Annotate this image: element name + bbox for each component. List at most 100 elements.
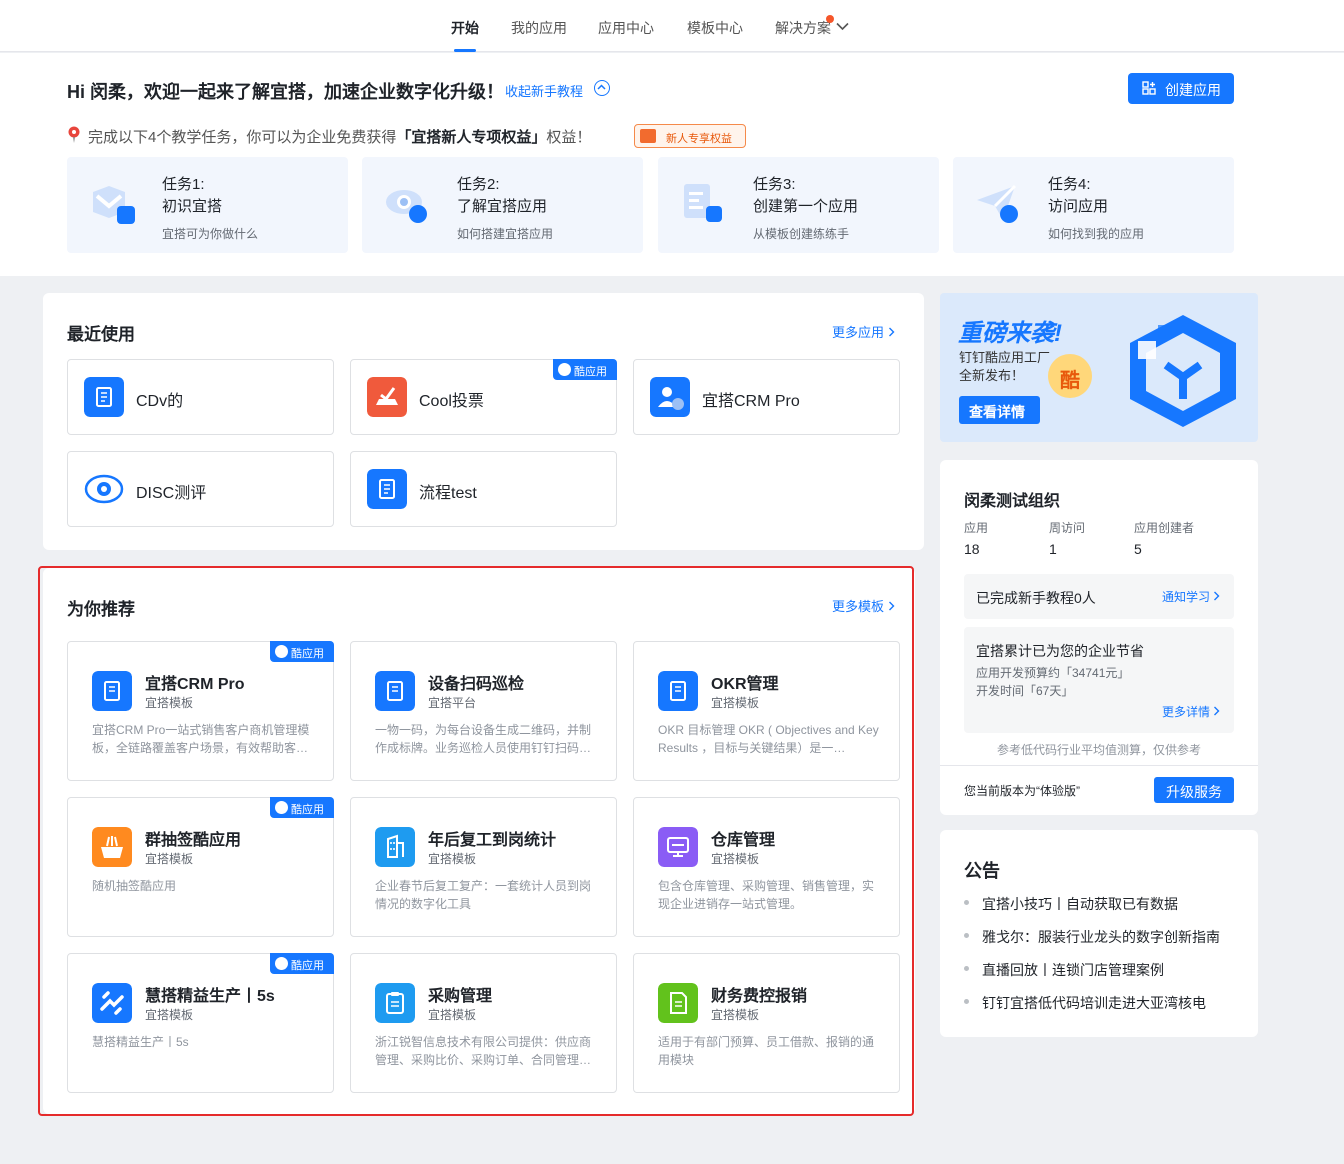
onboarding-section: Hi 闵柔，欢迎一起来了解宜搭，加速企业数字化升级！ 收起新手教程 创建应用 完… <box>0 53 1344 276</box>
eye-app-icon <box>84 474 124 504</box>
app-card-disc[interactable]: DISC测评 <box>67 451 334 527</box>
document-icon <box>684 184 722 222</box>
stat-creators-label: 应用创建者 <box>1134 521 1195 535</box>
upgrade-service-button[interactable]: 升级服务 <box>1154 777 1234 803</box>
apps-icon <box>1142 81 1156 95</box>
stat-weekly-visits-value: 1 <box>1049 541 1057 557</box>
task-intro: 完成以下4个教学任务，你可以为企业免费获得「宜搭新人专项权益」权益！ <box>88 126 591 147</box>
task-number: 任务4: <box>1048 176 1091 193</box>
app-name: Cool投票 <box>419 393 484 410</box>
app-card-cdv[interactable]: CDv的 <box>67 359 334 435</box>
bullet-dot <box>964 933 969 938</box>
more-apps-label: 更多应用 <box>832 325 885 340</box>
app-name: 宜搭CRM Pro <box>702 393 800 410</box>
chevron-down-icon[interactable] <box>836 22 849 31</box>
banner-line-2: 全新发布！ <box>959 368 1025 383</box>
task-card-1[interactable]: 任务1: 初识宜搭 宜搭可为你做什么 <box>67 157 348 253</box>
task-title: 初识宜搭 <box>162 198 223 215</box>
task-number: 任务1: <box>162 176 205 193</box>
chevron-right-icon <box>888 327 895 337</box>
banner-line-1: 钉钉酷应用工厂 <box>959 350 1051 365</box>
task-card-3[interactable]: 任务3: 创建第一个应用 从模板创建练练手 <box>658 157 939 253</box>
promo-banner[interactable]: 重磅来袭! 钉钉酷应用工厂 全新发布！ 查看详情 酷 <box>940 293 1258 442</box>
stat-creators-value: 5 <box>1134 541 1142 557</box>
task-card-2[interactable]: 任务2: 了解宜搭应用 如何搭建宜搭应用 <box>362 157 643 253</box>
chevron-right-icon <box>1214 591 1220 601</box>
task-title: 创建第一个应用 <box>753 198 859 215</box>
tab-solutions[interactable]: 解决方案 <box>775 18 831 52</box>
view-details-button[interactable]: 查看详情 <box>959 396 1040 424</box>
notify-learning-label: 通知学习 <box>1162 590 1211 604</box>
form-app-icon <box>367 469 407 509</box>
stat-apps-value: 18 <box>964 541 980 557</box>
recent-apps-title: 最近使用 <box>67 325 135 344</box>
crm-user-icon <box>650 377 690 417</box>
task-description: 如何搭建宜搭应用 <box>457 227 554 241</box>
recent-apps-panel: 最近使用 更多应用 CDv的 Cool投票 酷应用 宜搭CRM Pro DISC… <box>43 293 924 550</box>
more-apps-link[interactable]: 更多应用 <box>832 322 895 341</box>
stat-apps-label: 应用 <box>964 521 989 535</box>
cool-app-ribbon: 酷应用 <box>553 359 617 380</box>
task-intro-suffix: 权益！ <box>546 129 592 146</box>
app-card-crm-pro[interactable]: 宜搭CRM Pro <box>633 359 900 435</box>
new-user-benefit-badge[interactable]: 新人专享权益 <box>634 124 746 148</box>
app-name: DISC测评 <box>136 485 207 502</box>
eye-icon <box>386 190 427 223</box>
cube-icon <box>93 186 135 224</box>
org-name: 闵柔测试组织 <box>964 493 1061 510</box>
savings-time: 开发时间「67天」 <box>976 684 1074 698</box>
create-app-label: 创建应用 <box>1165 82 1221 98</box>
location-pin-icon <box>68 126 80 143</box>
app-card-cool-vote[interactable]: Cool投票 酷应用 <box>350 359 617 435</box>
task-number: 任务2: <box>457 176 500 193</box>
announcement-panel: 公告 宜搭小技巧丨自动获取已有数据 雅戈尔：服装行业龙头的数字创新指南 直播回放… <box>940 830 1258 1037</box>
announcement-item[interactable]: 雅戈尔：服装行业龙头的数字创新指南 <box>982 927 1220 947</box>
announcement-item[interactable]: 钉钉宜搭低代码培训走进大亚湾核电 <box>982 993 1206 1013</box>
benefit-badge-label: 新人专享权益 <box>666 133 732 145</box>
announcement-item[interactable]: 宜搭小技巧丨自动获取已有数据 <box>982 894 1178 914</box>
ribbon-label: 酷应用 <box>574 366 607 378</box>
task-description: 如何找到我的应用 <box>1048 227 1145 241</box>
collapse-tutorial-link[interactable]: 收起新手教程 <box>505 81 583 100</box>
create-app-button[interactable]: 创建应用 <box>1128 73 1234 104</box>
app-name: 流程test <box>419 485 477 502</box>
tab-app-center[interactable]: 应用中心 <box>598 18 654 52</box>
vote-icon <box>367 377 407 417</box>
app-card-process-test[interactable]: 流程test <box>350 451 617 527</box>
tutorial-completion-box: 已完成新手教程0人 通知学习 <box>964 574 1234 619</box>
paper-plane-icon <box>977 184 1018 223</box>
tutorial-completion-text: 已完成新手教程0人 <box>976 590 1096 606</box>
bullet-dot <box>964 999 969 1004</box>
announcement-title: 公告 <box>964 861 1000 881</box>
savings-budget: 应用开发预算约「34741元」 <box>976 666 1130 680</box>
tab-template-center[interactable]: 模板中心 <box>687 18 743 52</box>
current-version-text: 您当前版本为“体验版” <box>964 784 1080 798</box>
more-details-link[interactable]: 更多详情 <box>1162 703 1220 720</box>
task-title: 访问应用 <box>1048 198 1109 215</box>
cool-badge-label: 酷 <box>1060 370 1080 392</box>
org-info-panel: 闵柔测试组织 应用 周访问 应用创建者 18 1 5 已完成新手教程0人 通知学… <box>940 460 1258 815</box>
notify-learning-link[interactable]: 通知学习 <box>1162 588 1220 605</box>
greeting-text: Hi 闵柔，欢迎一起来了解宜搭，加速企业数字化升级！ <box>67 82 504 102</box>
chevron-right-icon <box>1214 706 1220 716</box>
tab-my-apps[interactable]: 我的应用 <box>511 18 567 52</box>
tab-start[interactable]: 开始 <box>451 18 479 52</box>
task-card-4[interactable]: 任务4: 访问应用 如何找到我的应用 <box>953 157 1234 253</box>
top-navigation: 开始 我的应用 应用中心 模板中心 解决方案 <box>0 0 1344 52</box>
cool-badge: 酷 <box>1048 354 1092 398</box>
more-details-label: 更多详情 <box>1162 705 1211 719</box>
task-intro-highlight: 「宜搭新人专项权益」 <box>396 129 547 146</box>
view-details-label: 查看详情 <box>969 404 1025 420</box>
savings-title: 宜搭累计已为您的企业节省 <box>976 643 1144 659</box>
form-app-icon <box>84 377 124 417</box>
announcement-item[interactable]: 直播回放丨连锁门店管理案例 <box>982 960 1164 980</box>
savings-note: 参考低代码行业平均值测算，仅供参考 <box>997 743 1202 757</box>
task-description: 从模板创建练练手 <box>753 227 850 241</box>
chevron-up-icon[interactable] <box>594 80 610 96</box>
task-title: 了解宜搭应用 <box>457 198 548 215</box>
ticket-icon <box>640 129 656 143</box>
task-number: 任务3: <box>753 176 796 193</box>
upgrade-service-label: 升级服务 <box>1166 784 1222 800</box>
banner-headline: 重磅来袭! <box>958 320 1062 347</box>
savings-box: 宜搭累计已为您的企业节省 应用开发预算约「34741元」 开发时间「67天」 更… <box>964 627 1234 733</box>
